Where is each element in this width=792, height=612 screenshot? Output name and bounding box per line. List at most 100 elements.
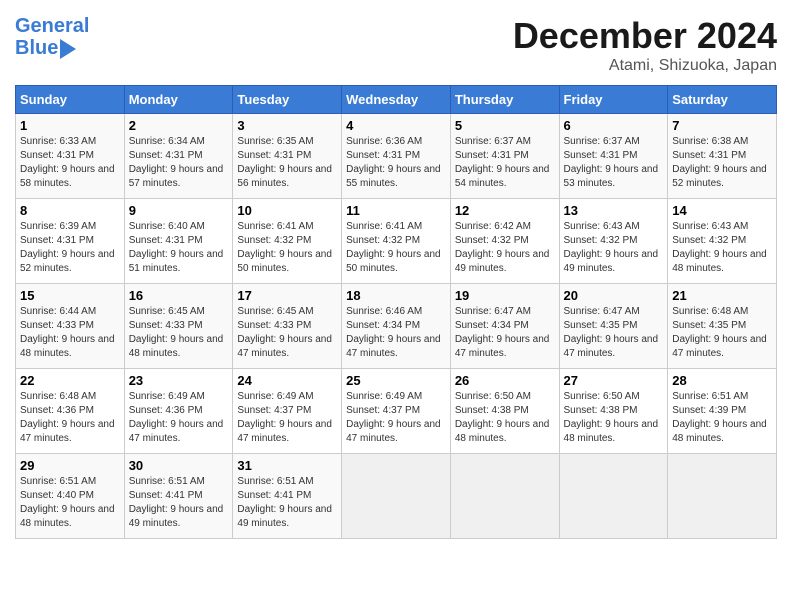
day-info: Sunrise: 6:47 AMSunset: 4:35 PMDaylight:… — [564, 305, 664, 361]
day-number: 19 — [455, 288, 555, 303]
day-number: 27 — [564, 373, 664, 388]
calendar-cell: 7 Sunrise: 6:38 AMSunset: 4:31 PMDayligh… — [668, 114, 777, 199]
day-number: 31 — [237, 458, 337, 473]
day-info: Sunrise: 6:46 AMSunset: 4:34 PMDaylight:… — [346, 305, 446, 361]
day-info: Sunrise: 6:50 AMSunset: 4:38 PMDaylight:… — [455, 390, 555, 446]
day-number: 28 — [672, 373, 772, 388]
calendar-cell: 6 Sunrise: 6:37 AMSunset: 4:31 PMDayligh… — [559, 114, 668, 199]
day-info: Sunrise: 6:43 AMSunset: 4:32 PMDaylight:… — [564, 220, 664, 276]
week-row-1: 1 Sunrise: 6:33 AMSunset: 4:31 PMDayligh… — [16, 114, 777, 199]
month-title: December 2024 — [513, 15, 777, 57]
weekday-header-thursday: Thursday — [450, 86, 559, 114]
day-info: Sunrise: 6:43 AMSunset: 4:32 PMDaylight:… — [672, 220, 772, 276]
day-number: 16 — [129, 288, 229, 303]
day-number: 13 — [564, 203, 664, 218]
day-number: 21 — [672, 288, 772, 303]
day-info: Sunrise: 6:34 AMSunset: 4:31 PMDaylight:… — [129, 135, 229, 191]
calendar-cell: 4 Sunrise: 6:36 AMSunset: 4:31 PMDayligh… — [342, 114, 451, 199]
day-info: Sunrise: 6:36 AMSunset: 4:31 PMDaylight:… — [346, 135, 446, 191]
calendar-cell — [559, 454, 668, 539]
calendar-cell: 25 Sunrise: 6:49 AMSunset: 4:37 PMDaylig… — [342, 369, 451, 454]
calendar-cell: 27 Sunrise: 6:50 AMSunset: 4:38 PMDaylig… — [559, 369, 668, 454]
calendar-cell: 28 Sunrise: 6:51 AMSunset: 4:39 PMDaylig… — [668, 369, 777, 454]
calendar-cell: 10 Sunrise: 6:41 AMSunset: 4:32 PMDaylig… — [233, 199, 342, 284]
day-number: 26 — [455, 373, 555, 388]
title-block: December 2024 Atami, Shizuoka, Japan — [513, 15, 777, 75]
day-info: Sunrise: 6:51 AMSunset: 4:41 PMDaylight:… — [237, 475, 337, 531]
day-number: 18 — [346, 288, 446, 303]
day-number: 12 — [455, 203, 555, 218]
day-info: Sunrise: 6:33 AMSunset: 4:31 PMDaylight:… — [20, 135, 120, 191]
day-info: Sunrise: 6:41 AMSunset: 4:32 PMDaylight:… — [237, 220, 337, 276]
day-number: 17 — [237, 288, 337, 303]
calendar-cell: 22 Sunrise: 6:48 AMSunset: 4:36 PMDaylig… — [16, 369, 125, 454]
weekday-header-tuesday: Tuesday — [233, 86, 342, 114]
calendar-cell: 18 Sunrise: 6:46 AMSunset: 4:34 PMDaylig… — [342, 284, 451, 369]
day-info: Sunrise: 6:45 AMSunset: 4:33 PMDaylight:… — [237, 305, 337, 361]
day-info: Sunrise: 6:49 AMSunset: 4:36 PMDaylight:… — [129, 390, 229, 446]
day-info: Sunrise: 6:40 AMSunset: 4:31 PMDaylight:… — [129, 220, 229, 276]
day-info: Sunrise: 6:39 AMSunset: 4:31 PMDaylight:… — [20, 220, 120, 276]
logo-arrow-icon — [60, 39, 76, 59]
day-number: 3 — [237, 118, 337, 133]
day-info: Sunrise: 6:50 AMSunset: 4:38 PMDaylight:… — [564, 390, 664, 446]
day-number: 24 — [237, 373, 337, 388]
day-number: 25 — [346, 373, 446, 388]
weekday-header-monday: Monday — [124, 86, 233, 114]
calendar-cell: 31 Sunrise: 6:51 AMSunset: 4:41 PMDaylig… — [233, 454, 342, 539]
calendar-cell: 1 Sunrise: 6:33 AMSunset: 4:31 PMDayligh… — [16, 114, 125, 199]
calendar-cell: 20 Sunrise: 6:47 AMSunset: 4:35 PMDaylig… — [559, 284, 668, 369]
logo: General Blue — [15, 15, 89, 59]
calendar-cell: 11 Sunrise: 6:41 AMSunset: 4:32 PMDaylig… — [342, 199, 451, 284]
calendar-cell: 8 Sunrise: 6:39 AMSunset: 4:31 PMDayligh… — [16, 199, 125, 284]
calendar-cell: 3 Sunrise: 6:35 AMSunset: 4:31 PMDayligh… — [233, 114, 342, 199]
calendar-cell: 30 Sunrise: 6:51 AMSunset: 4:41 PMDaylig… — [124, 454, 233, 539]
day-info: Sunrise: 6:41 AMSunset: 4:32 PMDaylight:… — [346, 220, 446, 276]
day-number: 20 — [564, 288, 664, 303]
calendar-cell: 17 Sunrise: 6:45 AMSunset: 4:33 PMDaylig… — [233, 284, 342, 369]
week-row-3: 15 Sunrise: 6:44 AMSunset: 4:33 PMDaylig… — [16, 284, 777, 369]
weekday-header-wednesday: Wednesday — [342, 86, 451, 114]
calendar-cell: 13 Sunrise: 6:43 AMSunset: 4:32 PMDaylig… — [559, 199, 668, 284]
calendar-cell: 21 Sunrise: 6:48 AMSunset: 4:35 PMDaylig… — [668, 284, 777, 369]
calendar-cell: 24 Sunrise: 6:49 AMSunset: 4:37 PMDaylig… — [233, 369, 342, 454]
day-number: 7 — [672, 118, 772, 133]
day-info: Sunrise: 6:51 AMSunset: 4:41 PMDaylight:… — [129, 475, 229, 531]
day-info: Sunrise: 6:48 AMSunset: 4:36 PMDaylight:… — [20, 390, 120, 446]
weekday-header-sunday: Sunday — [16, 86, 125, 114]
page-header: General Blue December 2024 Atami, Shizuo… — [15, 15, 777, 75]
calendar-table: SundayMondayTuesdayWednesdayThursdayFrid… — [15, 85, 777, 539]
weekday-header-saturday: Saturday — [668, 86, 777, 114]
day-number: 30 — [129, 458, 229, 473]
day-info: Sunrise: 6:37 AMSunset: 4:31 PMDaylight:… — [564, 135, 664, 191]
calendar-cell: 14 Sunrise: 6:43 AMSunset: 4:32 PMDaylig… — [668, 199, 777, 284]
calendar-cell: 19 Sunrise: 6:47 AMSunset: 4:34 PMDaylig… — [450, 284, 559, 369]
day-number: 14 — [672, 203, 772, 218]
week-row-2: 8 Sunrise: 6:39 AMSunset: 4:31 PMDayligh… — [16, 199, 777, 284]
day-number: 6 — [564, 118, 664, 133]
logo-general: General — [15, 15, 89, 37]
weekday-header-row: SundayMondayTuesdayWednesdayThursdayFrid… — [16, 86, 777, 114]
day-info: Sunrise: 6:49 AMSunset: 4:37 PMDaylight:… — [237, 390, 337, 446]
day-number: 29 — [20, 458, 120, 473]
day-number: 10 — [237, 203, 337, 218]
calendar-cell: 15 Sunrise: 6:44 AMSunset: 4:33 PMDaylig… — [16, 284, 125, 369]
calendar-cell: 23 Sunrise: 6:49 AMSunset: 4:36 PMDaylig… — [124, 369, 233, 454]
day-info: Sunrise: 6:47 AMSunset: 4:34 PMDaylight:… — [455, 305, 555, 361]
day-info: Sunrise: 6:51 AMSunset: 4:39 PMDaylight:… — [672, 390, 772, 446]
day-info: Sunrise: 6:37 AMSunset: 4:31 PMDaylight:… — [455, 135, 555, 191]
day-info: Sunrise: 6:49 AMSunset: 4:37 PMDaylight:… — [346, 390, 446, 446]
logo-blue: Blue — [15, 37, 58, 59]
week-row-4: 22 Sunrise: 6:48 AMSunset: 4:36 PMDaylig… — [16, 369, 777, 454]
calendar-cell: 5 Sunrise: 6:37 AMSunset: 4:31 PMDayligh… — [450, 114, 559, 199]
calendar-body: 1 Sunrise: 6:33 AMSunset: 4:31 PMDayligh… — [16, 114, 777, 539]
weekday-header-friday: Friday — [559, 86, 668, 114]
day-info: Sunrise: 6:48 AMSunset: 4:35 PMDaylight:… — [672, 305, 772, 361]
day-number: 1 — [20, 118, 120, 133]
day-number: 8 — [20, 203, 120, 218]
calendar-cell: 16 Sunrise: 6:45 AMSunset: 4:33 PMDaylig… — [124, 284, 233, 369]
day-info: Sunrise: 6:38 AMSunset: 4:31 PMDaylight:… — [672, 135, 772, 191]
day-info: Sunrise: 6:42 AMSunset: 4:32 PMDaylight:… — [455, 220, 555, 276]
day-number: 23 — [129, 373, 229, 388]
day-number: 4 — [346, 118, 446, 133]
